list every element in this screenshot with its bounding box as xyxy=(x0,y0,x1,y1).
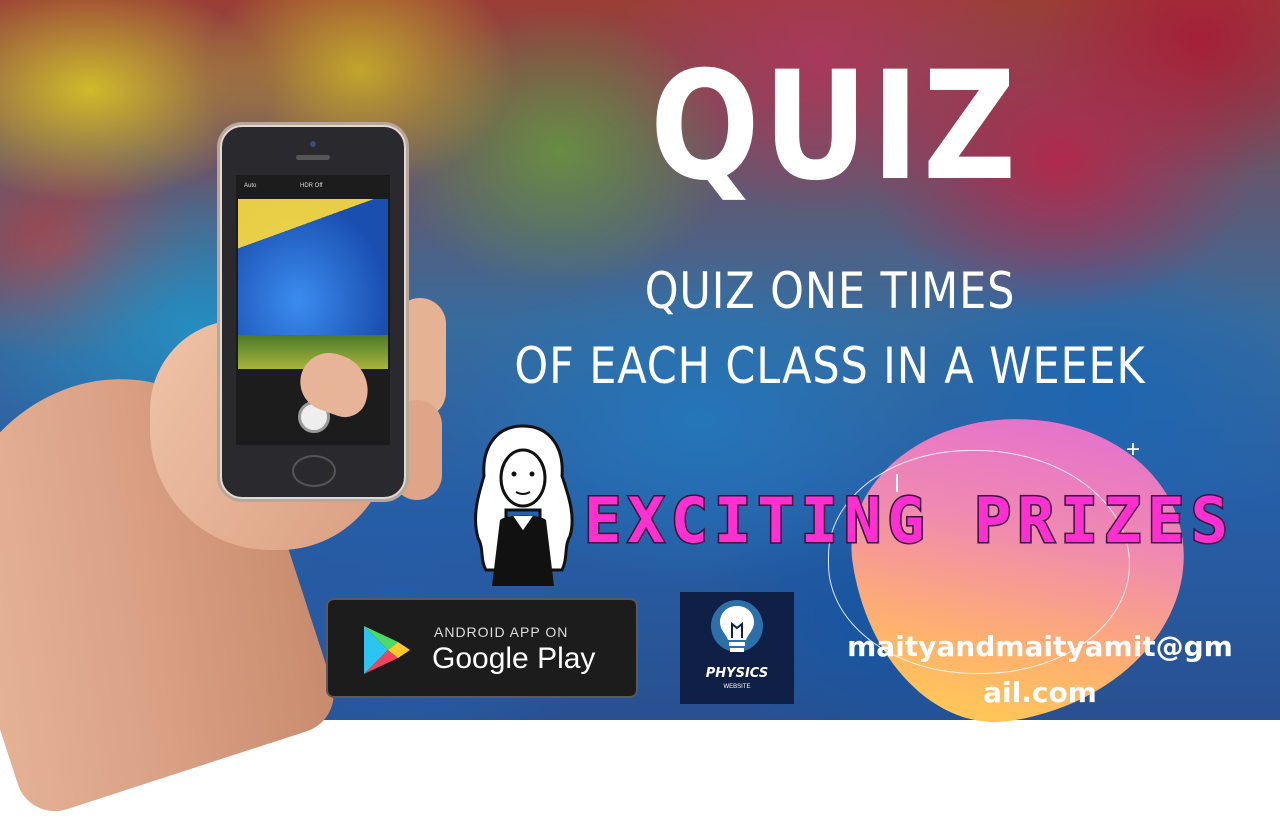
badge-big-label: Google Play xyxy=(432,642,596,675)
plus-icon: + xyxy=(1126,436,1141,463)
camera-lens xyxy=(310,141,316,147)
physics-logo: PHYSICS WEBSITE xyxy=(680,592,794,704)
logo-text: PHYSICS xyxy=(705,666,769,681)
smartphone: Auto HDR Off xyxy=(220,125,406,499)
hdr-label: HDR Off xyxy=(300,183,323,189)
lightbulb-icon xyxy=(711,600,763,652)
page-title: QUIZ xyxy=(650,40,1020,214)
badge-small-label: ANDROID APP ON xyxy=(434,624,569,640)
play-store-icon xyxy=(364,626,410,674)
flash-label: Auto xyxy=(244,183,257,189)
subtitle-line-1: QUIZ ONE TIMES xyxy=(644,262,1016,320)
girl-illustration-icon xyxy=(474,424,574,586)
phone-speaker xyxy=(296,155,330,160)
google-play-button[interactable]: ANDROID APP ON Google Play xyxy=(326,598,638,698)
subtitle-line-2: OF EACH CLASS IN A WEEEK xyxy=(514,337,1146,395)
contact-email: maityandmaityamit@gmail.com xyxy=(847,630,1233,709)
home-button xyxy=(292,455,336,487)
exciting-prizes-text: EXCITING PRIZES xyxy=(583,483,1234,559)
logo-tagline: WEBSITE xyxy=(723,684,751,690)
